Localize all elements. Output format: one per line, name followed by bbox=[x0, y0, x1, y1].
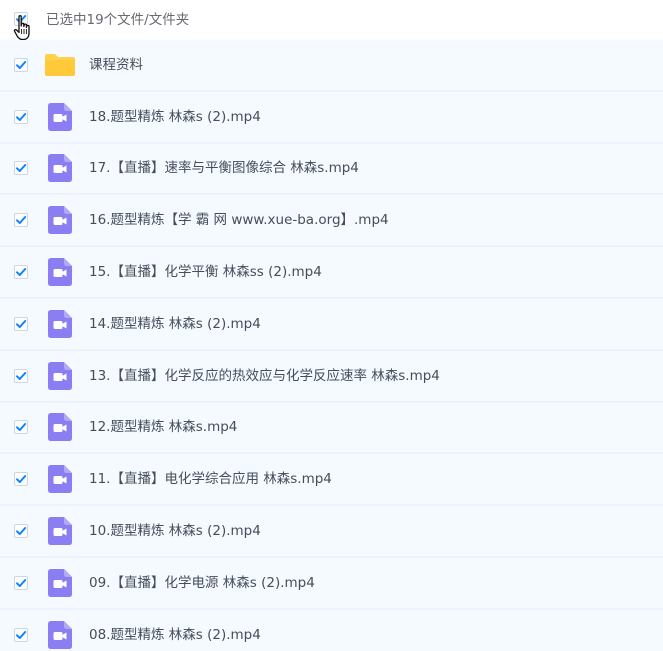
file-name[interactable]: 10.题型精炼 林森s (2).mp4 bbox=[89, 522, 261, 540]
row-checkbox[interactable] bbox=[14, 316, 28, 331]
video-file-icon bbox=[48, 517, 72, 546]
file-row[interactable]: 14.题型精炼 林森s (2).mp4 bbox=[0, 298, 663, 351]
selection-count-text: 已选中19个文件/文件夹 bbox=[46, 12, 190, 28]
row-checkbox[interactable] bbox=[14, 575, 28, 590]
checkmark-icon bbox=[16, 216, 27, 225]
row-checkbox[interactable] bbox=[14, 420, 28, 435]
video-file-icon bbox=[48, 465, 72, 494]
file-name[interactable]: 18.题型精炼 林森s (2).mp4 bbox=[89, 108, 261, 126]
checkmark-icon bbox=[16, 60, 27, 69]
video-file-icon bbox=[48, 309, 72, 338]
file-name[interactable]: 09.【直播】化学电源 林森s (2).mp4 bbox=[89, 574, 315, 592]
file-row[interactable]: 11.【直播】电化学综合应用 林森s.mp4 bbox=[0, 454, 663, 507]
file-name[interactable]: 17.【直播】速率与平衡图像综合 林森s.mp4 bbox=[89, 159, 359, 177]
folder-name[interactable]: 课程资料 bbox=[89, 56, 143, 74]
checkmark-icon bbox=[16, 112, 27, 121]
file-row[interactable]: 08.题型精炼 林森s (2).mp4 bbox=[0, 609, 663, 651]
checkmark-icon bbox=[16, 268, 27, 277]
file-name[interactable]: 11.【直播】电化学综合应用 林森s.mp4 bbox=[89, 470, 332, 488]
row-checkbox[interactable] bbox=[14, 472, 28, 487]
checkmark-icon bbox=[16, 527, 27, 536]
file-row[interactable]: 12.题型精炼 林森s.mp4 bbox=[0, 402, 663, 455]
video-file-icon bbox=[48, 154, 72, 183]
file-row[interactable]: 09.【直播】化学电源 林森s (2).mp4 bbox=[0, 557, 663, 610]
file-row[interactable]: 课程资料 bbox=[0, 40, 663, 92]
row-checkbox[interactable] bbox=[14, 57, 28, 72]
file-row[interactable]: 17.【直播】速率与平衡图像综合 林森s.mp4 bbox=[0, 143, 663, 196]
hand-pointer-icon bbox=[13, 15, 30, 41]
file-name[interactable]: 14.题型精炼 林森s (2).mp4 bbox=[89, 315, 261, 333]
video-file-icon bbox=[48, 258, 72, 287]
video-file-icon bbox=[48, 361, 72, 390]
row-checkbox[interactable] bbox=[14, 524, 28, 539]
video-file-icon bbox=[48, 102, 72, 131]
row-checkbox[interactable] bbox=[14, 627, 28, 642]
file-row[interactable]: 18.题型精炼 林森s (2).mp4 bbox=[0, 91, 663, 144]
checkmark-icon bbox=[16, 475, 27, 484]
file-list: 课程资料 18.题型精炼 林森s (2).mp4 17.【直播】速率与平衡图像综合 … bbox=[0, 40, 663, 651]
file-name[interactable]: 15.【直播】化学平衡 林森ss (2).mp4 bbox=[89, 263, 322, 281]
video-file-icon bbox=[48, 206, 72, 235]
checkmark-icon bbox=[16, 319, 27, 328]
file-row[interactable]: 15.【直播】化学平衡 林森ss (2).mp4 bbox=[0, 247, 663, 299]
row-checkbox[interactable] bbox=[14, 265, 28, 280]
row-checkbox[interactable] bbox=[14, 161, 28, 176]
folder-icon bbox=[45, 53, 75, 76]
file-row[interactable]: 16.题型精炼【学 霸 网 www.xue-ba.org】.mp4 bbox=[0, 195, 663, 248]
video-file-icon bbox=[48, 620, 72, 649]
checkmark-icon bbox=[16, 164, 27, 173]
file-name[interactable]: 08.题型精炼 林森s (2).mp4 bbox=[89, 626, 261, 644]
selection-header: 已选中19个文件/文件夹 bbox=[0, 0, 663, 41]
file-row[interactable]: 10.题型精炼 林森s (2).mp4 bbox=[0, 506, 663, 558]
row-checkbox[interactable] bbox=[14, 368, 28, 383]
file-name[interactable]: 13.【直播】化学反应的热效应与化学反应速率 林森s.mp4 bbox=[89, 367, 440, 385]
file-list-page: 已选中19个文件/文件夹 课程资料 18.题型精炼 林森s (2).mp4 17.【… bbox=[0, 0, 663, 651]
file-name[interactable]: 16.题型精炼【学 霸 网 www.xue-ba.org】.mp4 bbox=[89, 211, 389, 229]
row-checkbox[interactable] bbox=[14, 213, 28, 228]
checkmark-icon bbox=[16, 630, 27, 639]
checkmark-icon bbox=[16, 423, 27, 432]
video-file-icon bbox=[48, 413, 72, 442]
file-name[interactable]: 12.题型精炼 林森s.mp4 bbox=[89, 418, 237, 436]
checkmark-icon bbox=[16, 578, 27, 587]
video-file-icon bbox=[48, 568, 72, 597]
file-row[interactable]: 13.【直播】化学反应的热效应与化学反应速率 林森s.mp4 bbox=[0, 350, 663, 403]
checkmark-icon bbox=[16, 371, 27, 380]
row-checkbox[interactable] bbox=[14, 109, 28, 124]
